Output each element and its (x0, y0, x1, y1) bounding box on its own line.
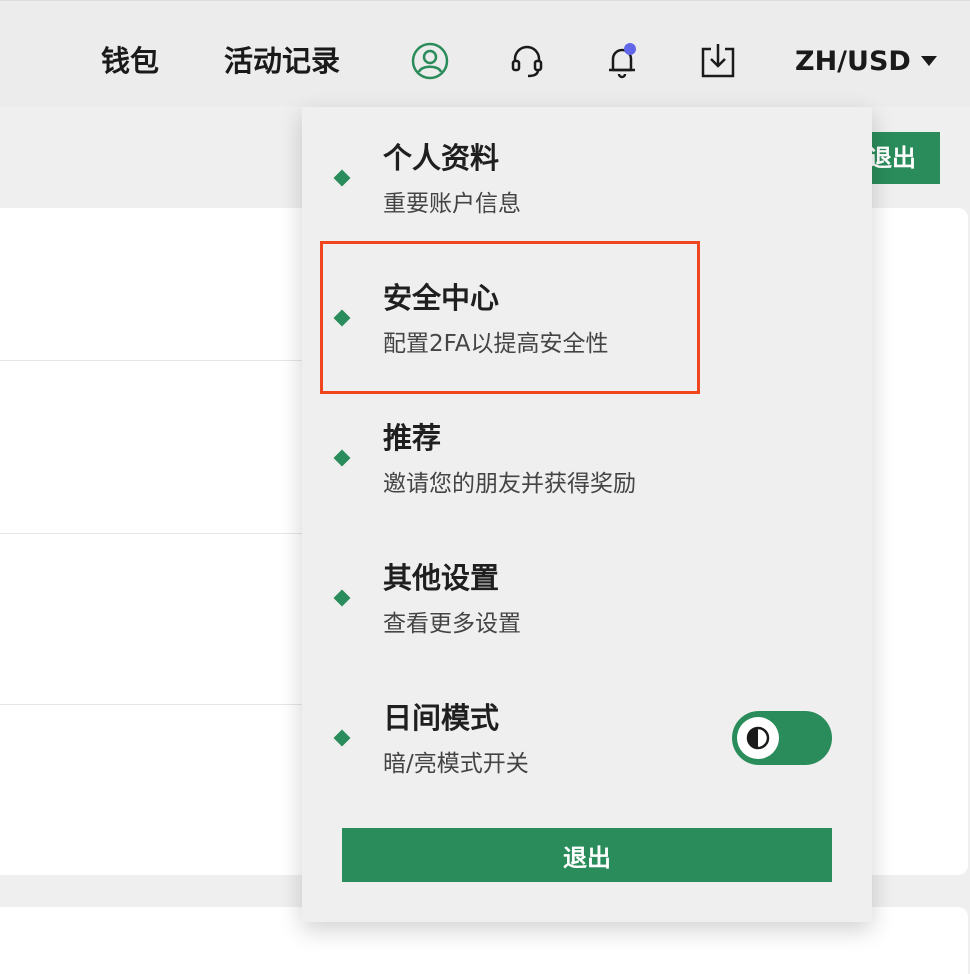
nav-activity-link[interactable]: 活动记录 (224, 39, 340, 83)
diamond-bullet-icon (333, 729, 351, 747)
menu-item-subtitle: 配置2FA以提高安全性 (383, 331, 609, 357)
menu-item-subtitle: 查看更多设置 (383, 611, 521, 637)
menu-item-security-center[interactable]: 安全中心 配置2FA以提高安全性 (302, 247, 872, 387)
top-navbar: 钱包 活动记录 ZH/USD (0, 0, 970, 107)
theme-toggle-switch[interactable] (732, 711, 832, 765)
menu-item-subtitle: 邀请您的朋友并获得奖励 (383, 471, 636, 497)
account-dropdown-menu: 个人资料 重要账户信息 安全中心 配置2FA以提高安全性 推荐 邀请您的朋友并获… (302, 107, 872, 922)
nav-wallet-link[interactable]: 钱包 (101, 39, 159, 83)
language-currency-select[interactable]: ZH/USD (795, 39, 937, 83)
diamond-bullet-icon (333, 169, 351, 187)
menu-item-title: 其他设置 (383, 561, 500, 595)
menu-item-subtitle: 重要账户信息 (383, 191, 521, 217)
contrast-icon (746, 726, 770, 750)
diamond-bullet-icon (333, 449, 351, 467)
diamond-bullet-icon (333, 309, 351, 327)
row-divider (0, 360, 310, 361)
menu-item-title: 个人资料 (383, 141, 500, 175)
menu-item-title: 日间模式 (383, 701, 500, 735)
menu-item-title: 推荐 (383, 421, 442, 455)
notification-dot (624, 43, 636, 55)
menu-item-other-settings[interactable]: 其他设置 查看更多设置 (302, 527, 872, 667)
menu-item-subtitle: 暗/亮模式开关 (383, 751, 529, 777)
language-currency-label: ZH/USD (795, 45, 911, 77)
logout-button[interactable]: 退出 (342, 828, 832, 882)
diamond-bullet-icon (333, 589, 351, 607)
row-divider (0, 704, 310, 705)
menu-item-title: 安全中心 (383, 281, 500, 315)
toggle-knob (737, 717, 779, 759)
caret-down-icon (920, 56, 937, 66)
menu-item-profile[interactable]: 个人资料 重要账户信息 (302, 107, 872, 247)
download-icon[interactable] (696, 39, 740, 83)
headset-icon[interactable] (505, 39, 549, 83)
user-icon[interactable] (408, 39, 452, 83)
bell-icon[interactable] (600, 39, 644, 83)
row-divider (0, 533, 310, 534)
menu-item-referral[interactable]: 推荐 邀请您的朋友并获得奖励 (302, 387, 872, 527)
